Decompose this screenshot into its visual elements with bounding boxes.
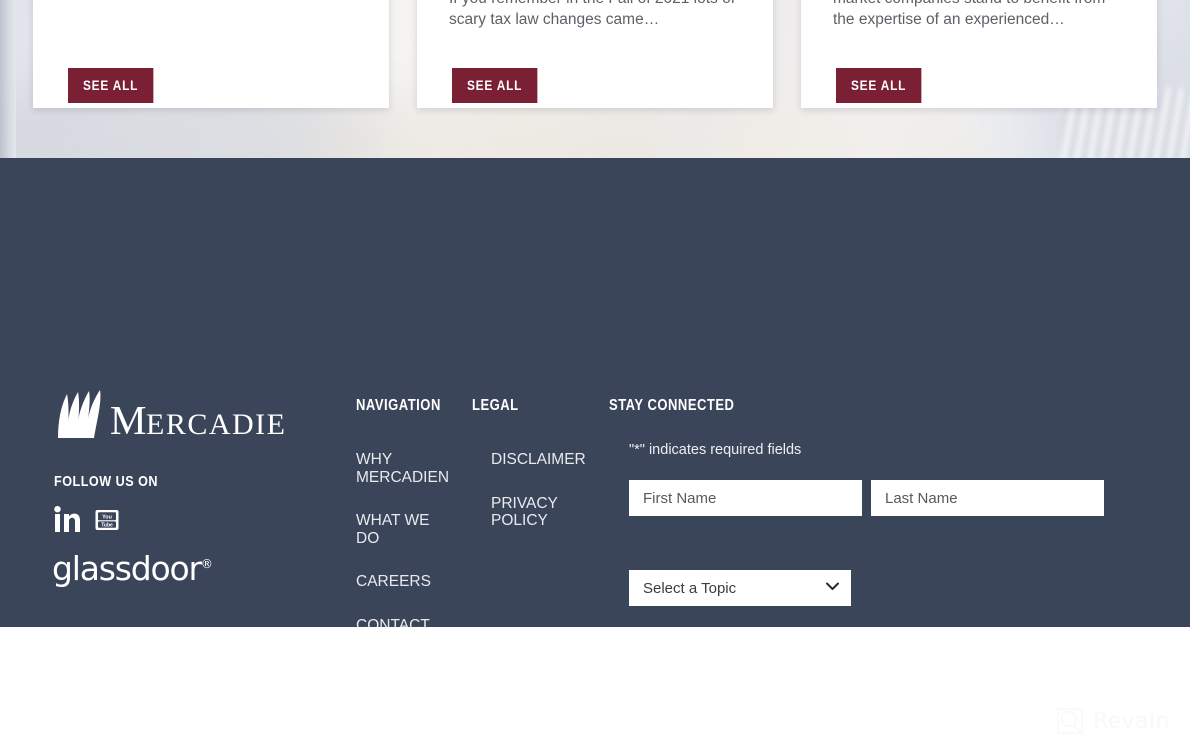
svg-text:M: M — [110, 397, 147, 440]
see-all-button[interactable]: SEE ALL — [452, 68, 538, 103]
required-fields-note: "*" indicates required fields — [629, 442, 802, 458]
legal-link-privacy-policy[interactable]: PRIVACY POLICY — [491, 495, 591, 530]
card-list: SEE ALL If you remember in the Fall of 2… — [0, 0, 1190, 110]
svg-text:ERCADIEN: ERCADIEN — [146, 408, 286, 440]
glassdoor-label: glassdoor — [52, 549, 202, 588]
first-name-input[interactable] — [629, 480, 862, 516]
insight-card: market companies stand to benefit from t… — [801, 0, 1157, 108]
nav-link-careers[interactable]: CAREERS — [356, 573, 448, 591]
nav-link-why-mercadien[interactable]: WHY MERCADIEN — [356, 451, 449, 486]
see-all-button[interactable]: SEE ALL — [836, 68, 922, 103]
insight-card: If you remember in the Fall of 2021 lots… — [417, 0, 773, 108]
glassdoor-registered-mark: ® — [200, 557, 213, 571]
follow-us-heading: FOLLOW US ON — [54, 473, 159, 490]
mercadien-logo[interactable]: M ERCADIEN — [54, 390, 286, 440]
legal-heading: LEGAL — [472, 397, 519, 414]
see-all-button[interactable]: SEE ALL — [68, 68, 154, 103]
legal-link-disclaimer[interactable]: DISCLAIMER — [491, 451, 591, 469]
svg-text:You: You — [102, 514, 112, 520]
insight-card: SEE ALL — [33, 0, 389, 108]
footer-legal-links: DISCLAIMER PRIVACY POLICY — [491, 451, 591, 556]
linkedin-icon[interactable] — [54, 506, 81, 533]
navigation-heading: NAVIGATION — [356, 397, 441, 414]
nav-link-what-we-do[interactable]: WHAT WE DO — [356, 512, 448, 547]
youtube-icon[interactable]: You Tube — [95, 509, 119, 531]
last-name-input[interactable] — [871, 480, 1104, 516]
mercadien-logo-icon: M ERCADIEN — [58, 390, 286, 440]
social-links: You Tube — [54, 506, 119, 533]
card-excerpt: If you remember in the Fall of 2021 lots… — [449, 0, 735, 28]
stay-connected-heading: STAY CONNECTED — [609, 397, 735, 414]
glassdoor-link[interactable]: glassdoor® — [52, 552, 213, 585]
page-root: SEE ALL If you remember in the Fall of 2… — [0, 0, 1190, 753]
topic-select[interactable]: Select a Topic — [629, 570, 851, 606]
card-excerpt: market companies stand to benefit from t… — [833, 0, 1105, 28]
cookie-consent-banner: This website uses cookies Our website us… — [0, 627, 1190, 753]
svg-text:Tube: Tube — [101, 522, 113, 528]
